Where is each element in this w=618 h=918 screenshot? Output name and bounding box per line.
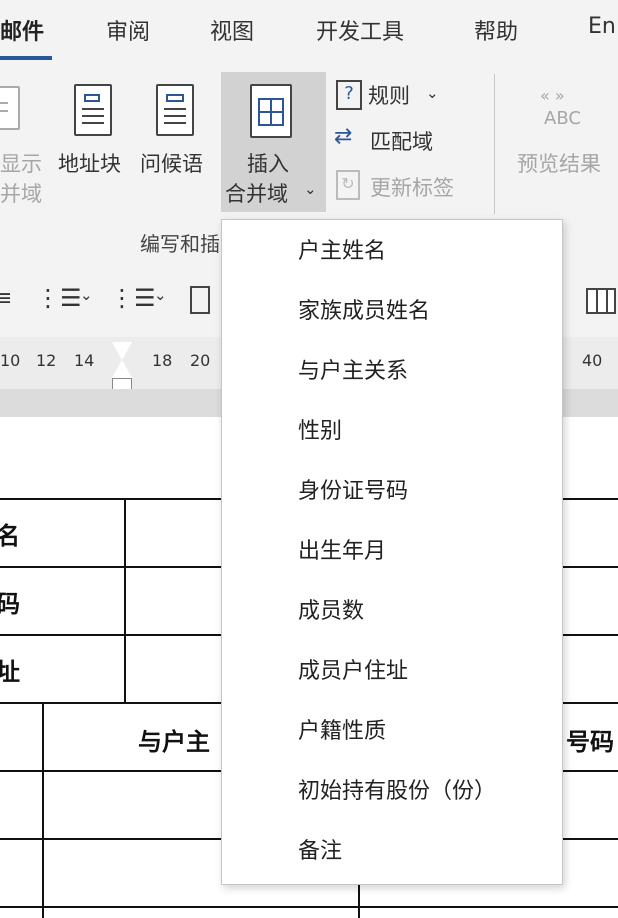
menu-item[interactable]: 身份证号码 bbox=[222, 462, 562, 522]
insert-merge-field-label-2: 合并域 bbox=[225, 182, 288, 206]
menu-item[interactable]: 家族成员姓名 bbox=[222, 282, 562, 342]
highlight-fields-label-2[interactable]: 并域 bbox=[0, 178, 42, 208]
table-icon[interactable] bbox=[586, 288, 616, 314]
chevron-down-icon[interactable]: ⌄ bbox=[80, 286, 93, 304]
ribbon-group-label: 编写和插 bbox=[140, 232, 220, 256]
multilevel-list-icon[interactable]: ⋮☰ bbox=[110, 284, 156, 312]
table-cell: 址 bbox=[0, 658, 20, 686]
active-tab-indicator bbox=[0, 56, 52, 60]
preview-results-label: 预览结果 bbox=[517, 152, 601, 176]
menu-item[interactable]: 出生年月 bbox=[222, 522, 562, 582]
ruler-tick: 14 bbox=[74, 351, 95, 370]
menu-item[interactable]: 与户主关系 bbox=[222, 342, 562, 402]
ribbon-separator bbox=[494, 74, 495, 214]
ribbon-tab-bar: 邮件 审阅 视图 开发工具 帮助 En bbox=[0, 0, 618, 62]
table-border bbox=[42, 702, 44, 918]
tab-view[interactable]: 视图 bbox=[210, 14, 254, 46]
highlight-fields-icon bbox=[0, 86, 20, 130]
ruler-tick: 10 bbox=[0, 351, 21, 370]
ruler-tick: 18 bbox=[152, 351, 173, 370]
chevron-down-icon: ⌄ bbox=[426, 84, 439, 102]
table-border bbox=[0, 906, 618, 908]
table-cell: 名 bbox=[0, 522, 20, 550]
menu-item[interactable]: 初始持有股份（份） bbox=[222, 762, 562, 822]
tab-developer[interactable]: 开发工具 bbox=[316, 14, 404, 46]
address-block-label: 地址块 bbox=[58, 152, 121, 176]
table-border bbox=[124, 498, 126, 704]
indent-marker-icon[interactable] bbox=[112, 340, 132, 390]
menu-item[interactable]: 成员户住址 bbox=[222, 642, 562, 702]
page-icon[interactable] bbox=[190, 286, 210, 314]
address-block-icon bbox=[74, 84, 112, 136]
ruler-tick: 20 bbox=[190, 351, 211, 370]
preview-abc-icon: ABC bbox=[544, 108, 581, 129]
update-labels-label: 更新标签 bbox=[370, 176, 454, 200]
rules-label: 规则 bbox=[368, 84, 410, 108]
chevron-down-icon[interactable]: ⌄ bbox=[154, 286, 167, 304]
tab-review[interactable]: 审阅 bbox=[106, 14, 150, 46]
menu-item[interactable]: 户主姓名 bbox=[222, 222, 562, 282]
tab-english[interactable]: En bbox=[588, 14, 616, 39]
table-header-cell: 与户主 bbox=[138, 728, 210, 756]
match-fields-label: 匹配域 bbox=[370, 130, 433, 154]
insert-merge-field-icon bbox=[250, 84, 292, 138]
menu-item[interactable]: 备注 bbox=[222, 822, 562, 882]
merge-field-dropdown: 户主姓名 家族成员姓名 与户主关系 性别 身份证号码 出生年月 成员数 成员户住… bbox=[221, 219, 563, 885]
numbered-list-icon[interactable]: ⋮☰ bbox=[36, 284, 82, 312]
rules-icon: ? bbox=[336, 80, 362, 110]
greeting-line-icon bbox=[156, 84, 194, 136]
table-header-cell: 号码 bbox=[566, 728, 614, 756]
insert-merge-field-label-1: 插入 bbox=[247, 152, 289, 176]
tab-help[interactable]: 帮助 bbox=[474, 14, 518, 46]
ruler-tick: 40 bbox=[582, 351, 603, 370]
greeting-line-label: 问候语 bbox=[140, 152, 203, 176]
tab-mailings[interactable]: 邮件 bbox=[0, 14, 44, 46]
menu-item[interactable]: 成员数 bbox=[222, 582, 562, 642]
chevron-down-icon: ⌄ bbox=[304, 180, 317, 198]
table-cell: 码 bbox=[0, 590, 20, 618]
match-fields-icon: ⇄ bbox=[334, 124, 353, 149]
ruler-tick: 12 bbox=[36, 351, 57, 370]
menu-item[interactable]: 性别 bbox=[222, 402, 562, 462]
highlight-fields-label-1[interactable]: 显示 bbox=[0, 148, 42, 178]
align-icon[interactable]: ≡ bbox=[0, 286, 12, 311]
menu-item[interactable]: 户籍性质 bbox=[222, 702, 562, 762]
preview-arrows-icon: « » bbox=[540, 86, 565, 105]
update-labels-icon: ↻ bbox=[336, 170, 360, 200]
